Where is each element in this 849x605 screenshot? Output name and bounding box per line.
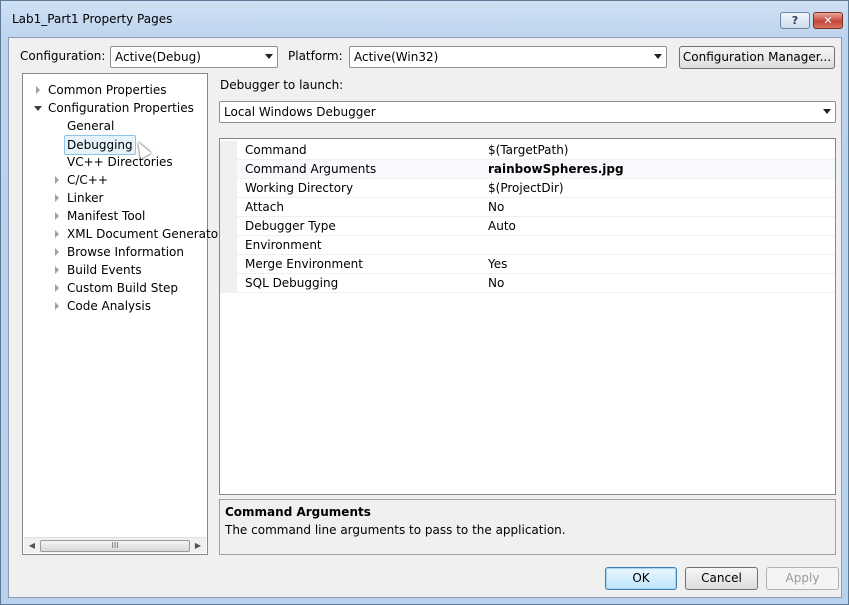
platform-dropdown[interactable]: Active(Win32) xyxy=(349,46,667,68)
tree-item-label: XML Document Generator xyxy=(67,227,223,241)
chevron-down-icon xyxy=(654,54,662,59)
row-gutter xyxy=(220,217,237,236)
property-row-working-directory[interactable]: Working Directory $(ProjectDir) xyxy=(220,179,835,198)
tree-item-label: Browse Information xyxy=(67,245,184,259)
row-gutter xyxy=(220,179,237,198)
row-gutter xyxy=(220,255,237,274)
cancel-button[interactable]: Cancel xyxy=(685,567,758,590)
property-value[interactable]: Auto xyxy=(488,217,516,236)
configuration-value: Active(Debug) xyxy=(115,50,201,64)
property-value[interactable]: No xyxy=(488,274,504,293)
property-name: Command xyxy=(245,143,307,157)
property-row-sql-debugging[interactable]: SQL Debugging No xyxy=(220,274,835,293)
property-name: Debugger Type xyxy=(245,219,336,233)
debugger-dropdown[interactable]: Local Windows Debugger xyxy=(219,101,836,123)
tree-item-label: VC++ Directories xyxy=(67,155,173,169)
configuration-label: Configuration: xyxy=(20,49,106,63)
tree-item-label: Manifest Tool xyxy=(67,209,146,223)
property-row-attach[interactable]: Attach No xyxy=(220,198,835,217)
property-name: SQL Debugging xyxy=(245,276,339,290)
expand-arrow-icon[interactable] xyxy=(55,212,59,220)
close-button[interactable]: ✕ xyxy=(813,12,843,29)
tree-item-label: Custom Build Step xyxy=(67,281,179,295)
chevron-down-icon xyxy=(823,109,831,114)
property-tree[interactable]: Common Properties Configuration Properti… xyxy=(22,73,223,555)
row-gutter xyxy=(220,274,237,293)
row-gutter xyxy=(220,160,237,179)
tree-item-label: Build Events xyxy=(67,263,142,277)
debugger-value: Local Windows Debugger xyxy=(224,105,376,119)
expand-arrow-icon[interactable] xyxy=(55,248,59,256)
property-name: Merge Environment xyxy=(245,257,363,271)
expand-arrow-icon[interactable] xyxy=(55,302,59,310)
tree-item-label: Linker xyxy=(67,191,104,205)
property-name: Attach xyxy=(245,200,284,214)
debugger-label: Debugger to launch: xyxy=(220,78,344,92)
property-row-command-arguments[interactable]: Command Arguments rainbowSpheres.jpg xyxy=(220,160,835,179)
property-name: Environment xyxy=(245,238,322,252)
chevron-down-icon xyxy=(265,54,273,59)
property-row-debugger-type[interactable]: Debugger Type Auto xyxy=(220,217,835,236)
collapse-arrow-icon[interactable] xyxy=(34,106,42,111)
ok-button[interactable]: OK xyxy=(605,567,677,590)
tree-item-label: C/C++ xyxy=(67,173,108,187)
expand-arrow-icon[interactable] xyxy=(55,266,59,274)
row-gutter xyxy=(220,236,237,255)
tree-item-label: Configuration Properties xyxy=(48,101,194,115)
tree-item-label: General xyxy=(67,119,115,133)
property-name: Command Arguments xyxy=(245,162,377,176)
property-row-merge-environment[interactable]: Merge Environment Yes xyxy=(220,255,835,274)
help-button[interactable]: ? xyxy=(780,12,810,29)
description-text: The command line arguments to pass to th… xyxy=(225,523,566,537)
scroll-left-icon[interactable]: ◀ xyxy=(25,540,39,552)
property-value[interactable]: rainbowSpheres.jpg xyxy=(488,160,624,179)
expand-arrow-icon[interactable] xyxy=(55,176,59,184)
configuration-dropdown[interactable]: Active(Debug) xyxy=(110,46,278,68)
dialog-client-area: Configuration: Active(Debug) Platform: A… xyxy=(8,37,842,598)
expand-arrow-icon[interactable] xyxy=(55,284,59,292)
title-bar[interactable]: Lab1_Part1 Property Pages ? ✕ xyxy=(1,1,848,37)
configuration-manager-button[interactable]: Configuration Manager... xyxy=(679,46,835,69)
row-gutter xyxy=(220,198,237,217)
property-pages-window: Lab1_Part1 Property Pages ? ✕ Configurat… xyxy=(0,0,849,605)
expand-arrow-icon[interactable] xyxy=(55,230,59,238)
tree-horizontal-scrollbar[interactable]: ◀ III ▶ xyxy=(24,537,206,553)
tree-item-label: Debugging xyxy=(64,135,136,155)
property-row-command[interactable]: Command $(TargetPath) xyxy=(220,141,835,160)
apply-button[interactable]: Apply xyxy=(766,567,839,590)
window-title: Lab1_Part1 Property Pages xyxy=(12,12,173,26)
property-value[interactable]: $(ProjectDir) xyxy=(488,179,564,198)
tree-item-label: Common Properties xyxy=(48,83,167,97)
expand-arrow-icon[interactable] xyxy=(55,194,59,202)
property-value[interactable]: $(TargetPath) xyxy=(488,141,568,160)
description-title: Command Arguments xyxy=(225,505,371,519)
scroll-right-icon[interactable]: ▶ xyxy=(191,540,205,552)
platform-value: Active(Win32) xyxy=(354,50,439,64)
description-panel: Command Arguments The command line argum… xyxy=(219,499,836,555)
row-divider xyxy=(237,292,835,293)
tree-item-label: Code Analysis xyxy=(67,299,151,313)
property-name: Working Directory xyxy=(245,181,354,195)
scrollbar-thumb[interactable]: III xyxy=(40,540,190,552)
property-row-environment[interactable]: Environment xyxy=(220,236,835,255)
property-grid[interactable]: Command $(TargetPath) Command Arguments … xyxy=(219,138,836,495)
expand-arrow-icon[interactable] xyxy=(36,86,40,94)
row-gutter xyxy=(220,141,237,160)
property-value[interactable]: No xyxy=(488,198,504,217)
property-value[interactable]: Yes xyxy=(488,255,507,274)
platform-label: Platform: xyxy=(288,49,343,63)
